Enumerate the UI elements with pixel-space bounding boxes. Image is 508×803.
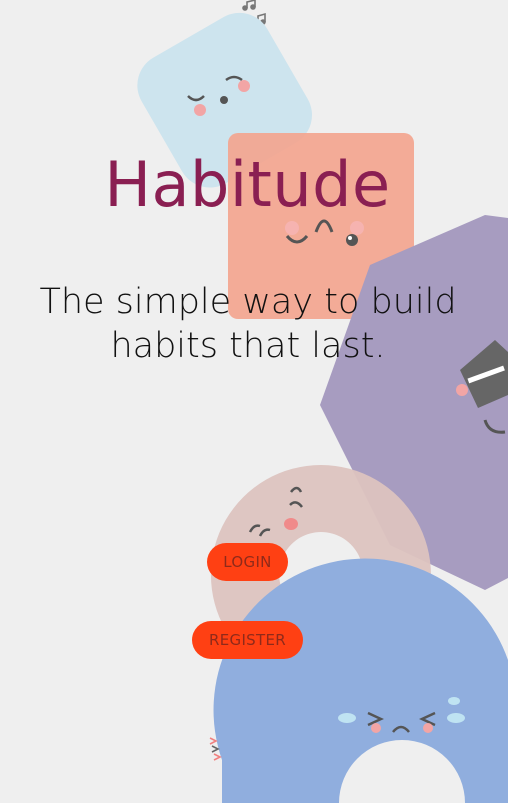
login-button[interactable]: LOGIN — [207, 543, 288, 581]
background-illustration — [137, 0, 508, 803]
register-button[interactable]: REGISTER — [192, 621, 303, 659]
app-title: Habitude — [104, 147, 391, 221]
tagline: The simple way to build habits that last… — [39, 282, 457, 366]
